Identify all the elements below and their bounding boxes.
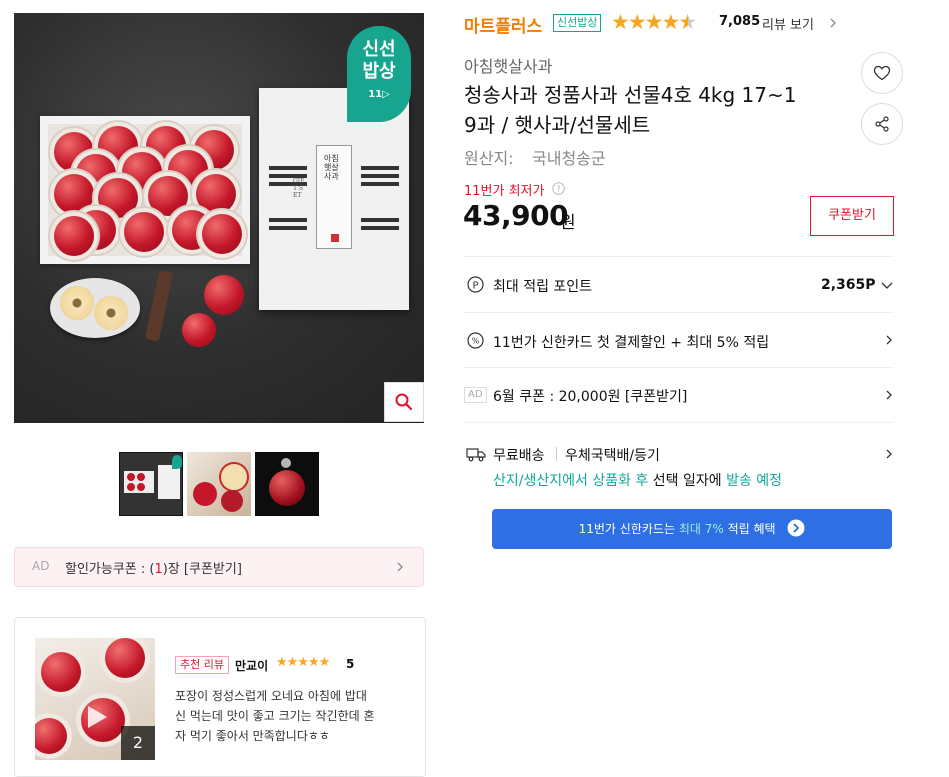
chevron-right-icon xyxy=(886,335,892,345)
points-label: 최대 적립 포인트 xyxy=(493,279,593,295)
plate xyxy=(50,278,140,338)
review-text-line: 신 먹는데 맛이 좋고 크기는 작긴한데 혼 xyxy=(175,709,375,723)
coupon-strip[interactable]: AD 할인가능쿠폰 : (1)장 [쿠폰받기] xyxy=(14,547,424,587)
seller-name[interactable]: 아침햇살사과 xyxy=(464,53,552,77)
point-icon: P xyxy=(467,276,484,293)
points-value: 2,365P xyxy=(821,277,876,293)
product-main-image[interactable]: GIFT SET 아침햇살사과 신선 밥상 11▷ xyxy=(14,13,424,423)
like-button[interactable] xyxy=(861,52,903,94)
shipping-row[interactable]: 무료배송 우체국택배/등기 산지/생산지에서 상품화 후 선택 일자에 발송 예… xyxy=(464,423,894,501)
shipping-note-part: 선택 일자에 xyxy=(648,473,727,489)
price: 43,900 xyxy=(463,199,569,232)
review-author: 만교이 xyxy=(235,659,269,673)
fresh-tag: 신선밥상 xyxy=(553,14,602,32)
chevron-right-icon xyxy=(886,390,892,400)
ad-tag: AD xyxy=(464,387,487,403)
points-row[interactable]: P 최대 적립 포인트 2,365P xyxy=(464,257,894,312)
card-promo-button[interactable]: 11번가 신한카드는 최대 7% 적립 혜택 xyxy=(492,509,892,549)
ad-coupon-row[interactable]: AD 6월 쿠폰 : 20,000원 [쿠폰받기] xyxy=(464,368,894,422)
percent-icon: % xyxy=(467,332,484,349)
apple-tray xyxy=(40,116,250,264)
card-benefit-label: 11번가 신한카드 첫 결제할인 + 최대 5% 적립 xyxy=(493,335,770,351)
coupon-text-prefix: 할인가능쿠폰 : ( xyxy=(65,562,155,577)
coupon-text-suffix: )장 [쿠폰받기] xyxy=(162,562,242,577)
chevron-right-icon xyxy=(397,562,403,572)
mart-plus-badge[interactable]: 마트플러스 xyxy=(464,12,542,37)
search-icon xyxy=(395,393,413,411)
review-media[interactable]: 2 xyxy=(35,638,155,760)
promo-text: 적립 혜택 xyxy=(723,522,776,536)
chevron-right-icon xyxy=(886,449,892,459)
product-title-line: 청송사과 정품사과 선물4호 4kg 17~1 xyxy=(464,83,797,107)
promo-text-highlight: 최대 7% xyxy=(678,522,724,536)
badge-line2: 밥상 xyxy=(362,61,396,82)
share-icon xyxy=(875,116,889,132)
chevron-right-circle-icon xyxy=(787,519,805,537)
fresh-badge: 신선 밥상 11▷ xyxy=(347,26,411,122)
gift-set-text: GIFT SET xyxy=(293,178,305,199)
shipping-method: 우체국택배/등기 xyxy=(565,448,660,464)
loose-apple xyxy=(204,275,244,315)
media-count: 2 xyxy=(121,726,155,760)
coupon-button[interactable]: 쿠폰받기 xyxy=(810,196,894,236)
review-stars: ★★★★★ xyxy=(276,655,330,670)
loose-apple xyxy=(182,313,216,347)
lowest-price-label: 11번가 최저가 xyxy=(464,184,545,199)
coupon-strip-text: 할인가능쿠폰 : (1)장 [쿠폰받기] xyxy=(65,558,242,577)
price-unit: 원 xyxy=(560,213,576,233)
review-card[interactable]: 2 추천 리뷰 만교이 ★★★★★ 5 포장이 정성스럽게 오네요 아침에 밥대… xyxy=(14,617,426,777)
review-link[interactable]: 리뷰 보기 xyxy=(762,14,814,33)
share-button[interactable] xyxy=(861,103,903,145)
review-count[interactable]: 7,085 xyxy=(719,14,760,29)
svg-text:?: ? xyxy=(556,185,561,195)
origin-value: 국내청송군 xyxy=(532,149,606,168)
truck-icon xyxy=(466,448,486,462)
origin-label: 원산지: xyxy=(464,149,514,168)
ribbon xyxy=(144,270,174,342)
chevron-right-icon xyxy=(830,18,836,28)
gift-box-brand: 아침햇살사과 xyxy=(324,154,339,181)
review-text-line: 포장이 정성스럽게 오네요 아침에 밥대 xyxy=(175,689,367,703)
ad-tag: AD xyxy=(32,559,50,573)
shipping-free: 무료배송 xyxy=(493,448,545,464)
thumbnail-3[interactable] xyxy=(255,452,319,516)
question-icon[interactable]: ? xyxy=(552,182,565,195)
coupon-count: 1 xyxy=(154,562,163,577)
review-text: 포장이 정성스럽게 오네요 아침에 밥대 신 먹는데 맛이 좋고 크기는 작긴한… xyxy=(175,686,415,746)
product-title-line: 9과 / 햇사과/선물세트 xyxy=(464,113,651,137)
badge-line1: 신선 xyxy=(362,39,396,60)
card-benefit-row[interactable]: % 11번가 신한카드 첫 결제할인 + 최대 5% 적립 xyxy=(464,313,894,368)
review-text-line: 자 먹기 좋아서 만족합니다ㅎㅎ xyxy=(175,729,330,743)
shipping-note-part: 산지/생산지에서 상품화 후 xyxy=(493,473,649,489)
rating-stars: ★★★★★ xyxy=(611,10,697,34)
product-title: 청송사과 정품사과 선물4호 4kg 17~1 9과 / 햇사과/선물세트 xyxy=(464,80,854,140)
thumbnail-2[interactable] xyxy=(187,452,251,516)
play-icon[interactable] xyxy=(85,704,109,730)
promo-text: 11번가 신한카드는 xyxy=(578,522,679,536)
badge-line3: 11▷ xyxy=(368,89,390,100)
shipping-note: 산지/생산지에서 상품화 후 선택 일자에 발송 예정 xyxy=(493,470,782,490)
zoom-button[interactable] xyxy=(384,382,424,422)
svg-text:%: % xyxy=(472,337,480,346)
divider xyxy=(556,447,557,461)
chevron-down-icon xyxy=(881,282,893,289)
ad-coupon-label: 6월 쿠폰 : 20,000원 [쿠폰받기] xyxy=(493,389,688,405)
recommend-review-badge: 추천 리뷰 xyxy=(175,656,229,674)
svg-text:P: P xyxy=(472,280,478,291)
gift-box: GIFT SET 아침햇살사과 xyxy=(259,88,409,310)
review-score: 5 xyxy=(346,657,355,671)
shipping-note-part: 발송 예정 xyxy=(726,473,783,489)
thumbnail-1[interactable] xyxy=(119,452,183,516)
heart-icon xyxy=(873,65,891,81)
